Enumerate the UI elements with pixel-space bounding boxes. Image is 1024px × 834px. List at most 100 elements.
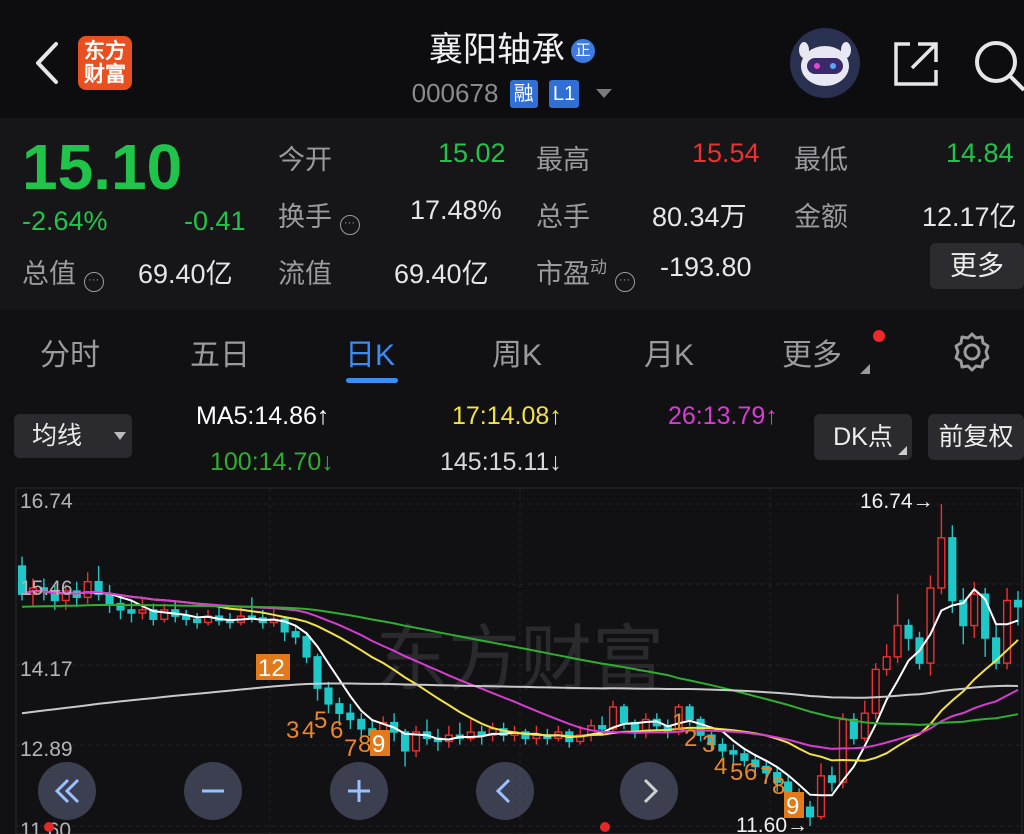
mktcap-value: 69.40亿 xyxy=(138,259,233,289)
active-tab-underline xyxy=(346,378,398,383)
td-label: 2 xyxy=(684,725,697,752)
td-label: 9 xyxy=(372,731,385,758)
scroll-left-button[interactable] xyxy=(476,762,534,820)
change-amount: -0.41 xyxy=(184,206,246,236)
td-label: 12 xyxy=(258,655,285,682)
tab-intraday[interactable]: 分时 xyxy=(40,330,100,374)
turnover-label: 换手 ··· xyxy=(278,195,360,235)
scroll-right-button[interactable] xyxy=(620,762,678,820)
quote-panel: 15.10 -2.64% -0.41 总值 ··· 69.40亿 今开 15.0… xyxy=(0,118,1024,310)
adjust-mode-button[interactable]: 前复权 xyxy=(928,414,1024,460)
candle-body xyxy=(324,687,333,705)
candle-body xyxy=(335,703,344,714)
ma-indicator-bar: 均线 MA5:14.86↑ 17:14.08↑ 26:13.79↑ 100:14… xyxy=(0,392,1024,484)
info-icon[interactable]: ··· xyxy=(339,215,360,235)
stock-title: 襄阳轴承正 xyxy=(0,22,1024,71)
turnover-label-text: 换手 xyxy=(278,202,332,232)
y-tick-label: 12.89 xyxy=(20,738,73,761)
candle-body xyxy=(838,718,847,783)
ma5-value: MA5:14.86↑ xyxy=(196,402,330,430)
indicator-selector[interactable]: 均线 xyxy=(14,414,132,458)
candle-body xyxy=(860,712,869,739)
candle-body xyxy=(893,624,902,658)
plus-icon xyxy=(348,780,370,802)
y-tick-label: 16.74 xyxy=(20,490,73,513)
open-value: 15.02 xyxy=(438,138,506,168)
candle-body xyxy=(608,706,618,730)
info-icon[interactable]: ··· xyxy=(83,272,104,292)
float-label: 流值 xyxy=(278,259,332,289)
candle-body xyxy=(970,593,979,627)
margin-tag: 融 xyxy=(509,80,538,108)
tab-daily-k[interactable]: 日K xyxy=(345,330,395,374)
tab-more[interactable]: 更多 xyxy=(782,330,842,374)
max-price-label: 16.74→ xyxy=(860,490,934,513)
info-icon[interactable]: ··· xyxy=(614,272,635,292)
name-badge: 正 xyxy=(571,39,595,63)
candle-body xyxy=(926,587,935,664)
settings-gear-icon[interactable] xyxy=(950,330,994,374)
candle-body xyxy=(105,593,114,605)
amount-value: 12.17亿 xyxy=(922,202,1017,232)
pe-label-text: 市盈 xyxy=(536,259,590,289)
volume-value: 80.34万 xyxy=(652,202,747,232)
candle-body xyxy=(827,775,837,783)
low-value: 14.84 xyxy=(946,138,1014,168)
candle-body xyxy=(948,537,957,602)
signal-dot xyxy=(44,822,54,832)
more-quote-button[interactable]: 更多 xyxy=(930,243,1024,289)
candle-body xyxy=(83,580,92,599)
candle-body xyxy=(718,743,727,752)
candle-body xyxy=(685,706,694,721)
candle-body xyxy=(597,725,607,730)
min-price-label: 11.60→ xyxy=(736,814,808,834)
candle-body xyxy=(138,609,147,614)
corner-triangle-icon xyxy=(860,364,870,374)
tab-weekly-k[interactable]: 周K xyxy=(492,330,542,374)
open-label: 今开 xyxy=(278,145,332,175)
tab-monthly-k[interactable]: 月K xyxy=(644,330,694,374)
stock-subtitle[interactable]: 000678 融 L1 xyxy=(0,78,1024,109)
ma17-value: 17:14.08↑ xyxy=(452,402,562,430)
ma145-value: 145:15.11↓ xyxy=(440,448,562,476)
td-label: 3 xyxy=(286,717,299,744)
pe-sup: 动 xyxy=(590,258,607,277)
share-icon[interactable] xyxy=(888,36,944,92)
zoom-out-button[interactable] xyxy=(184,762,242,820)
dk-point-label: DK点 xyxy=(833,423,893,451)
td-label: 5 xyxy=(730,759,743,786)
caret-down-icon[interactable] xyxy=(596,89,613,98)
zoom-in-button[interactable] xyxy=(330,762,388,820)
search-icon[interactable] xyxy=(970,36,1024,92)
tab-five-day[interactable]: 五日 xyxy=(190,330,250,374)
high-value: 15.54 xyxy=(692,138,760,168)
stock-code: 000678 xyxy=(411,78,499,108)
td-label: 8 xyxy=(358,731,371,758)
candle-body xyxy=(182,615,191,620)
td-label: 5 xyxy=(314,707,327,734)
kline-chart[interactable]: 东方财富 12 3 4 5 6 7 8 9 1 2 3 4 5 6 7 8 9 16.74 15.46 14.17 1… xyxy=(0,484,1024,834)
td-label: 4 xyxy=(714,753,727,780)
td-label: 6 xyxy=(330,717,343,744)
signal-dot xyxy=(600,822,610,832)
notification-dot xyxy=(873,330,885,342)
robot-icon xyxy=(799,42,851,86)
chevron-left-icon xyxy=(495,778,511,804)
robot-avatar[interactable] xyxy=(790,28,860,98)
pe-label: 市盈动 ··· xyxy=(536,252,635,292)
change-percent: -2.64% xyxy=(22,206,108,236)
dk-point-button[interactable]: DK点 xyxy=(814,414,912,460)
ma26-value: 26:13.79↑ xyxy=(668,402,778,430)
ma100-value: 100:14.70↓ xyxy=(210,448,334,476)
volume-label: 总手 xyxy=(536,202,590,232)
double-chevron-left-icon xyxy=(54,778,80,804)
top-nav-bar: 东方 财富 襄阳轴承正 000678 融 L1 xyxy=(0,0,1024,118)
candle-body xyxy=(882,656,891,671)
fast-backward-button[interactable] xyxy=(38,762,96,820)
candle-body xyxy=(871,668,880,714)
candle-body xyxy=(729,750,738,755)
amount-label: 金额 xyxy=(794,202,848,232)
mktcap-label: 总值 ··· xyxy=(22,252,104,292)
candle-body xyxy=(937,537,946,589)
candle-body xyxy=(619,706,629,724)
